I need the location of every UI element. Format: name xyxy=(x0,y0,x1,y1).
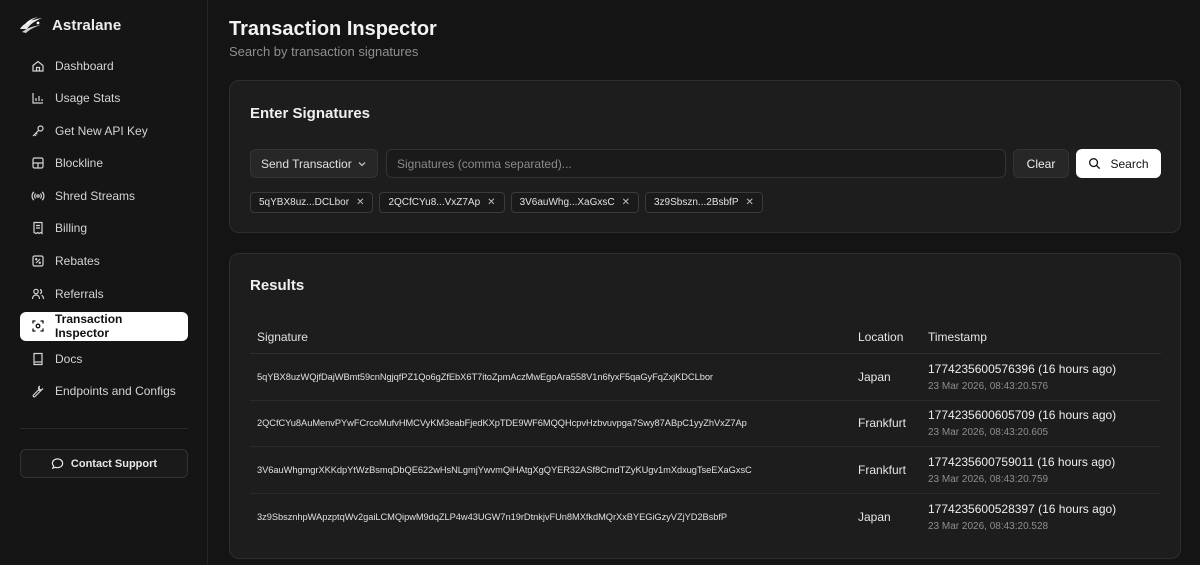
sidebar-item-get-new-api-key[interactable]: Get New API Key xyxy=(20,116,188,145)
timestamp-value: 1774235600605709 (16 hours ago) xyxy=(928,408,1117,423)
signature-chip: 3z9Sbszn...2BsbfP ✕ xyxy=(645,192,763,213)
transaction-type-select[interactable]: Send Transactior xyxy=(250,149,378,178)
results-card: Results Signature Location Timestamp 5qY… xyxy=(229,253,1181,559)
signature-chip: 5qYBX8uz...DCLbor ✕ xyxy=(250,192,374,213)
chevron-down-icon xyxy=(358,161,366,166)
signature-chip: 3V6auWhg...XaGxsC ✕ xyxy=(510,192,639,213)
search-label: Search xyxy=(1110,156,1149,171)
page-subtitle: Search by transaction signatures xyxy=(229,44,419,59)
timestamp-date: 23 Mar 2026, 08:43:20.576 xyxy=(928,380,1049,392)
sidebar-item-label: Transaction Inspector xyxy=(55,312,123,341)
signature-chips: 5qYBX8uz...DCLbor ✕ 2QCfCYu8...VxZ7Ap ✕ … xyxy=(250,192,763,213)
table-row[interactable]: 5qYBX8uzWQjfDajWBmt59cnNgjqfPZ1Qo6gZfEbX… xyxy=(250,354,1161,401)
signature-chip: 2QCfCYu8...VxZ7Ap ✕ xyxy=(379,192,505,213)
location-cell: Japan xyxy=(858,369,891,384)
remove-chip-icon[interactable]: ✕ xyxy=(487,197,495,208)
table-row[interactable]: 3z9SbsznhpWApzptqWv2gaiLCMQipwM9dqZLP4w4… xyxy=(250,494,1161,541)
sidebar-item-docs[interactable]: Docs xyxy=(20,344,188,373)
blocks-icon xyxy=(32,157,44,169)
sidebar-item-label: Referrals xyxy=(55,286,104,301)
bar-chart-icon xyxy=(32,93,43,104)
sidebar-item-label: Billing xyxy=(55,221,88,236)
chip-label: 5qYBX8uz...DCLbor xyxy=(259,197,350,208)
location-cell: Frankfurt xyxy=(858,462,907,477)
users-icon xyxy=(31,288,45,299)
sidebar-item-label: Endpoints and Configs xyxy=(55,384,176,399)
sidebar-item-shred-streams[interactable]: Shred Streams xyxy=(20,181,188,210)
table-header: Signature Location Timestamp xyxy=(250,320,1161,354)
sidebar-item-billing[interactable]: Billing xyxy=(20,214,188,243)
search-icon xyxy=(1089,158,1101,170)
signature-cell: 5qYBX8uzWQjfDajWBmt59cnNgjqfPZ1Qo6gZfEbX… xyxy=(257,371,713,382)
key-icon xyxy=(32,125,44,137)
sidebar-item-dashboard[interactable]: Dashboard xyxy=(20,51,188,80)
column-header-timestamp: Timestamp xyxy=(928,329,987,344)
timestamp-value: 1774235600528397 (16 hours ago) xyxy=(928,501,1117,516)
scan-icon xyxy=(32,320,44,332)
sidebar: Astralane Dashboard Usage Stats Get New … xyxy=(0,0,208,565)
signature-cell: 3V6auWhgmgrXKKdpYtWzBsmqDbQE622wHsNLgmjY… xyxy=(257,464,752,475)
timestamp-date: 23 Mar 2026, 08:43:20.605 xyxy=(928,427,1049,439)
signatures-input[interactable] xyxy=(386,149,1006,178)
sidebar-item-label: Get New API Key xyxy=(55,123,148,138)
location-cell: Japan xyxy=(858,509,891,524)
timestamp-cell: 1774235600528397 (16 hours ago) 23 Mar 2… xyxy=(928,502,1116,532)
wrench-icon xyxy=(32,385,44,398)
chip-label: 2QCfCYu8...VxZ7Ap xyxy=(388,197,481,208)
chat-bubble-icon xyxy=(51,458,64,470)
sidebar-item-transaction-inspector[interactable]: Transaction Inspector xyxy=(20,311,188,341)
sidebar-nav: Dashboard Usage Stats Get New API Key Bl… xyxy=(20,51,188,410)
table-row[interactable]: 3V6auWhgmgrXKKdpYtWzBsmqDbQE622wHsNLgmjY… xyxy=(250,447,1161,494)
timestamp-value: 1774235600759011 (16 hours ago) xyxy=(928,454,1116,469)
location-cell: Frankfurt xyxy=(858,416,907,431)
timestamp-value: 1774235600576396 (16 hours ago) xyxy=(928,361,1117,376)
remove-chip-icon[interactable]: ✕ xyxy=(622,197,630,208)
sidebar-item-label: Usage Stats xyxy=(55,91,121,106)
sidebar-item-referrals[interactable]: Referrals xyxy=(20,279,188,308)
sidebar-item-endpoints-and-configs[interactable]: Endpoints and Configs xyxy=(20,377,188,406)
search-button[interactable]: Search xyxy=(1076,149,1161,178)
signature-cell: 3z9SbsznhpWApzptqWv2gaiLCMQipwM9dqZLP4w4… xyxy=(257,511,728,522)
chip-label: 3V6auWhg...XaGxsC xyxy=(519,197,615,208)
timestamp-cell: 1774235600759011 (16 hours ago) 23 Mar 2… xyxy=(928,455,1115,485)
brand-name: Astralane xyxy=(52,16,122,34)
sidebar-item-usage-stats[interactable]: Usage Stats xyxy=(20,84,188,113)
receipt-icon xyxy=(33,222,43,236)
card-title: Enter Signatures xyxy=(250,105,371,122)
timestamp-cell: 1774235600576396 (16 hours ago) 23 Mar 2… xyxy=(928,362,1116,392)
signature-cell: 2QCfCYu8AuMenvPYwFCrcoMufvHMCVyKM3eabFje… xyxy=(257,418,747,429)
sidebar-item-label: Dashboard xyxy=(55,58,114,73)
select-value: Send Transactior xyxy=(261,156,352,171)
remove-chip-icon[interactable]: ✕ xyxy=(356,197,364,208)
chip-label: 3z9Sbszn...2BsbfP xyxy=(654,197,739,208)
table-row[interactable]: 2QCfCYu8AuMenvPYwFCrcoMufvHMCVyKM3eabFje… xyxy=(250,401,1161,447)
clear-button[interactable]: Clear xyxy=(1013,149,1069,178)
timestamp-cell: 1774235600605709 (16 hours ago) 23 Mar 2… xyxy=(928,408,1116,438)
column-header-signature: Signature xyxy=(257,329,308,344)
home-icon xyxy=(32,60,44,72)
sidebar-item-label: Rebates xyxy=(55,254,100,269)
clear-label: Clear xyxy=(1026,156,1056,171)
remove-chip-icon[interactable]: ✕ xyxy=(746,197,754,208)
column-header-location: Location xyxy=(858,329,904,344)
timestamp-date: 23 Mar 2026, 08:43:20.528 xyxy=(928,520,1049,532)
astralane-logo-icon xyxy=(20,17,42,33)
docs-icon xyxy=(33,352,43,365)
timestamp-date: 23 Mar 2026, 08:43:20.759 xyxy=(928,473,1049,485)
sidebar-divider xyxy=(20,428,188,429)
rebate-icon xyxy=(32,255,44,267)
page-title: Transaction Inspector xyxy=(229,18,437,40)
sidebar-item-label: Blockline xyxy=(55,156,104,171)
sidebar-item-label: Docs xyxy=(55,351,83,366)
enter-signatures-card: Enter Signatures Send Transactior Clear … xyxy=(229,80,1181,233)
sidebar-item-rebates[interactable]: Rebates xyxy=(20,247,188,276)
sidebar-item-blockline[interactable]: Blockline xyxy=(20,149,188,178)
radio-icon xyxy=(31,191,45,201)
results-table: Signature Location Timestamp 5qYBX8uzWQj… xyxy=(250,320,1161,540)
sidebar-item-label: Shred Streams xyxy=(55,188,136,203)
contact-support-label: Contact Support xyxy=(70,457,158,470)
brand[interactable]: Astralane xyxy=(18,13,121,37)
contact-support-button[interactable]: Contact Support xyxy=(20,449,188,478)
card-title: Results xyxy=(250,277,305,294)
